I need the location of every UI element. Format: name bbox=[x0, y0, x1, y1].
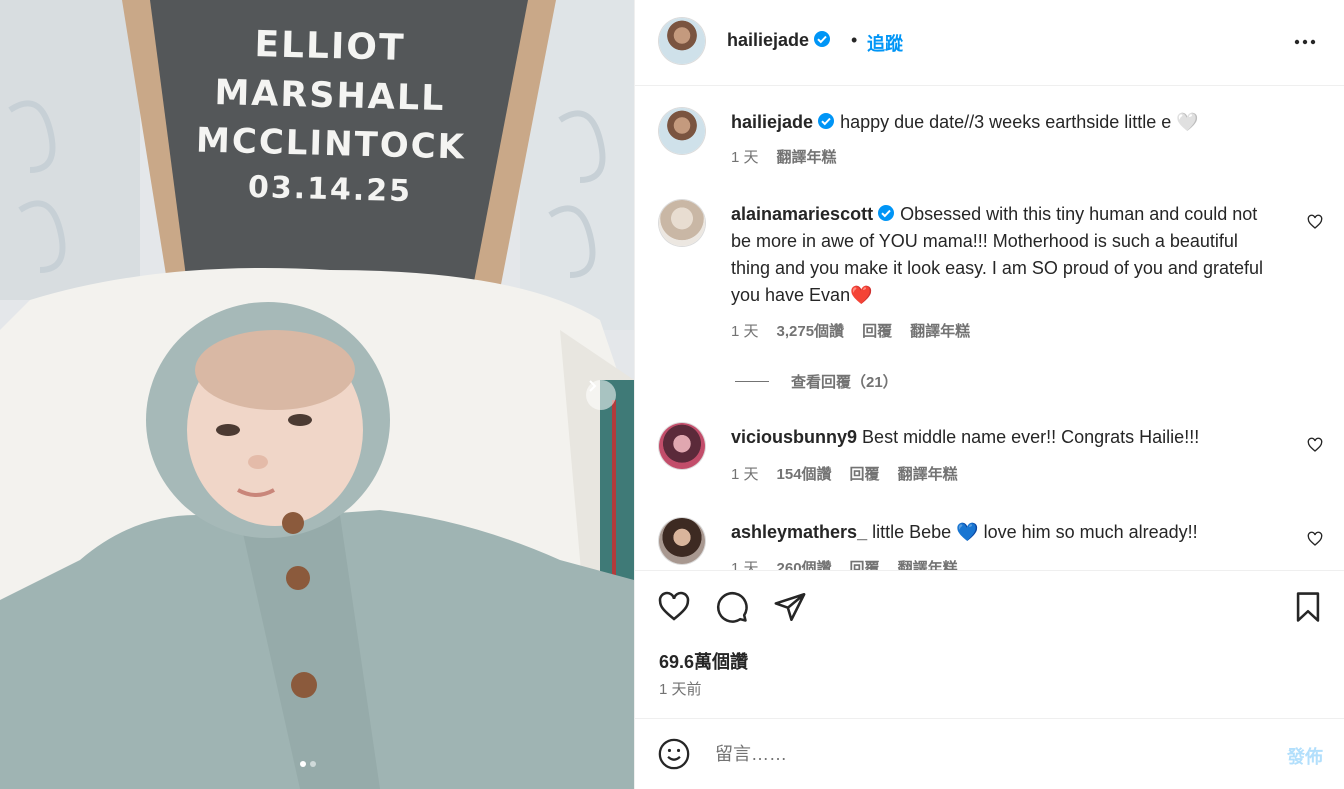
letterboard-line-2: MARSHALL bbox=[213, 72, 447, 120]
header-separator: • bbox=[851, 30, 858, 50]
comment-translate-link[interactable]: 翻譯年糕 bbox=[898, 557, 958, 570]
post-detail-panel: hailiejade • 追蹤 hailiejade happy due dat… bbox=[634, 0, 1344, 789]
carousel-dot-active bbox=[300, 761, 306, 767]
comment-meta: 1 天 260個讚 回覆 翻譯年糕 bbox=[731, 557, 958, 570]
comment-like-button[interactable] bbox=[1307, 437, 1323, 458]
emoji-smiley-icon bbox=[658, 738, 690, 770]
comment-reply-link[interactable]: 回覆 bbox=[850, 557, 880, 570]
comments-list[interactable]: hailiejade happy due date//3 weeks earth… bbox=[635, 87, 1344, 570]
heart-outline-icon bbox=[1307, 214, 1323, 229]
verified-badge-icon bbox=[814, 31, 831, 47]
comment-bubble-icon bbox=[716, 591, 748, 623]
replies-line bbox=[735, 381, 769, 382]
caption-meta: 1 天 翻譯年糕 bbox=[731, 146, 837, 167]
comment-avatar[interactable] bbox=[659, 423, 705, 469]
comment-translate-link[interactable]: 翻譯年糕 bbox=[898, 463, 958, 484]
verified-badge-icon bbox=[878, 205, 895, 221]
more-options-button[interactable] bbox=[1293, 32, 1317, 57]
caption-username[interactable]: hailiejade bbox=[731, 112, 813, 132]
comment-meta: 1 天 154個讚 回覆 翻譯年糕 bbox=[731, 463, 958, 484]
emoji-button[interactable] bbox=[657, 737, 691, 776]
caption-time: 1 天 bbox=[731, 149, 759, 166]
comment-like-button[interactable] bbox=[1307, 214, 1323, 235]
follow-button[interactable]: 追蹤 bbox=[867, 30, 903, 56]
caption-avatar[interactable] bbox=[659, 108, 705, 154]
bookmark-icon bbox=[1296, 592, 1320, 622]
comment-username[interactable]: viciousbunny9 bbox=[731, 427, 857, 447]
heart-outline-icon bbox=[1307, 531, 1323, 546]
carousel-dots bbox=[300, 761, 316, 767]
comment-button[interactable] bbox=[715, 590, 749, 629]
caption-translate-link[interactable]: 翻譯年糕 bbox=[777, 146, 837, 167]
author-avatar[interactable] bbox=[659, 18, 705, 64]
comment-username[interactable]: alainamariescott bbox=[731, 204, 873, 224]
heart-outline-icon bbox=[1307, 437, 1323, 452]
comment-composer: 發佈 bbox=[635, 718, 1344, 789]
heart-outline-icon bbox=[658, 591, 690, 621]
letterboard-line-1: ELLIOT bbox=[253, 24, 407, 69]
comment-avatar[interactable] bbox=[659, 200, 705, 246]
comment-body: alainamariescott Obsessed with this tiny… bbox=[731, 201, 1279, 309]
like-count[interactable]: 69.6萬個讚 bbox=[659, 648, 748, 674]
comment-time: 1 天 bbox=[731, 323, 759, 340]
comment-reply-link[interactable]: 回覆 bbox=[850, 463, 880, 484]
comment-input[interactable] bbox=[715, 739, 1235, 769]
like-button[interactable] bbox=[657, 590, 691, 629]
comment-time: 1 天 bbox=[731, 466, 759, 483]
comment-like-count[interactable]: 154個讚 bbox=[777, 463, 832, 484]
verified-badge-icon bbox=[818, 113, 835, 129]
actions-divider bbox=[635, 570, 1344, 571]
carousel-next-button[interactable] bbox=[586, 380, 616, 410]
comment-text: little Bebe 💙 love him so much already!! bbox=[872, 522, 1198, 542]
comment-like-count[interactable]: 260個讚 bbox=[777, 557, 832, 570]
carousel-dot bbox=[310, 761, 316, 767]
photo-scene bbox=[0, 0, 634, 789]
author-username-row[interactable]: hailiejade bbox=[727, 30, 831, 51]
comment-body: viciousbunny9 Best middle name ever!! Co… bbox=[731, 424, 1279, 451]
more-horizontal-icon bbox=[1294, 39, 1316, 45]
comment-like-count[interactable]: 3,275個讚 bbox=[777, 320, 845, 341]
chevron-right-icon bbox=[589, 380, 597, 392]
comment-translate-link[interactable]: 翻譯年糕 bbox=[910, 320, 970, 341]
letterboard-line-3: MCCLINTOCK bbox=[195, 120, 467, 168]
comment-text: Best middle name ever!! Congrats Hailie!… bbox=[862, 427, 1200, 447]
caption: hailiejade happy due date//3 weeks earth… bbox=[731, 109, 1311, 136]
comment-like-button[interactable] bbox=[1307, 531, 1323, 552]
letterboard-line-4: 03.14.25 bbox=[247, 169, 413, 210]
view-replies-button[interactable]: 查看回覆（21） bbox=[735, 371, 898, 392]
post-photo[interactable]: ELLIOT MARSHALL MCCLINTOCK 03.14.25 bbox=[0, 0, 634, 789]
comment-time: 1 天 bbox=[731, 560, 759, 570]
save-button[interactable] bbox=[1291, 590, 1325, 629]
comment-reply-link[interactable]: 回覆 bbox=[862, 320, 892, 341]
post-timestamp: 1 天前 bbox=[659, 681, 702, 698]
view-replies-label[interactable]: 查看回覆（21） bbox=[791, 371, 898, 392]
comment-avatar[interactable] bbox=[659, 518, 705, 564]
post-comment-button[interactable]: 發佈 bbox=[1287, 743, 1323, 769]
post-header: hailiejade • 追蹤 bbox=[635, 0, 1344, 86]
paper-plane-icon bbox=[774, 592, 806, 622]
caption-text: happy due date//3 weeks earthside little… bbox=[840, 112, 1199, 132]
comment-body: ashleymathers_ little Bebe 💙 love him so… bbox=[731, 519, 1279, 546]
comment-username[interactable]: ashleymathers_ bbox=[731, 522, 867, 542]
author-username[interactable]: hailiejade bbox=[727, 30, 809, 50]
share-button[interactable] bbox=[773, 590, 807, 629]
comment-meta: 1 天 3,275個讚 回覆 翻譯年糕 bbox=[731, 320, 970, 341]
